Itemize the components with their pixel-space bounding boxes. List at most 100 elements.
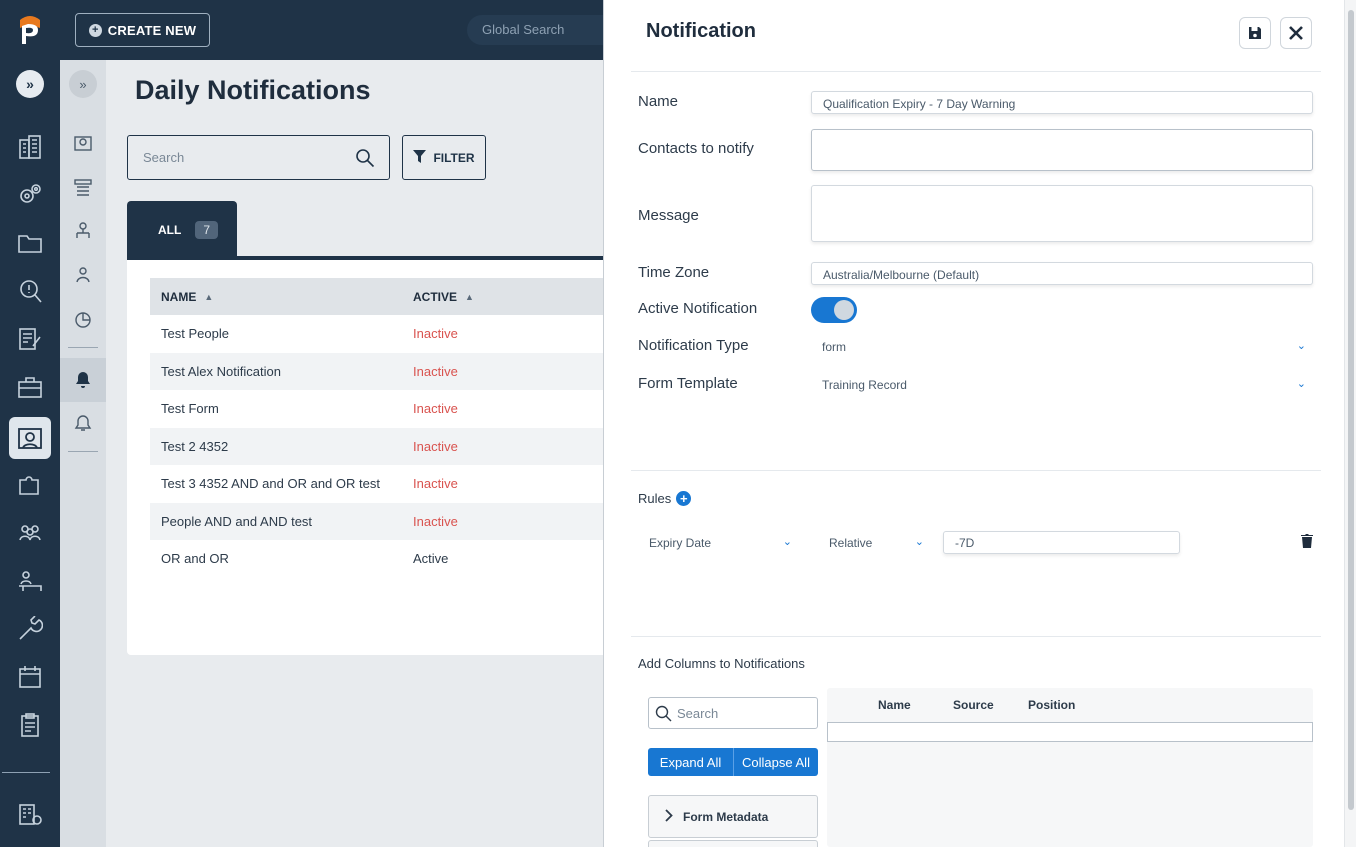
- close-button[interactable]: [1280, 17, 1312, 49]
- sort-icon[interactable]: ▲: [204, 292, 213, 302]
- clipboard-icon[interactable]: [13, 708, 47, 742]
- collapse-all-button[interactable]: Collapse All: [733, 748, 818, 776]
- subnav-divider: [68, 347, 98, 348]
- filter-icon: [413, 149, 427, 166]
- tab-all[interactable]: ALL 7: [127, 201, 237, 259]
- buildings-icon[interactable]: [13, 130, 47, 164]
- save-button[interactable]: [1239, 17, 1271, 49]
- sub-people-icon[interactable]: [68, 128, 98, 158]
- notification-type-select[interactable]: form ⌄: [811, 334, 1313, 360]
- timezone-input[interactable]: Australia/Melbourne (Default): [811, 262, 1313, 285]
- sub-org-chart-icon[interactable]: [68, 172, 98, 202]
- message-label: Message: [638, 207, 699, 224]
- message-textarea[interactable]: [811, 185, 1313, 242]
- panel-title: Notification: [646, 20, 756, 42]
- sort-icon[interactable]: ▲: [465, 292, 474, 302]
- worker-desk-icon[interactable]: [13, 564, 47, 598]
- rules-header: Rules +: [638, 491, 692, 506]
- expand-all-button[interactable]: Expand All: [648, 748, 733, 776]
- table-row[interactable]: OR and OR Active: [150, 540, 627, 578]
- puzzle-icon[interactable]: [13, 468, 47, 502]
- column-header-active[interactable]: ACTIVE ▲: [413, 290, 474, 304]
- chevron-down-icon[interactable]: ⌄: [915, 535, 924, 548]
- document-edit-icon[interactable]: [13, 322, 47, 356]
- app-logo[interactable]: [16, 14, 44, 46]
- sub-chart-icon[interactable]: [68, 305, 98, 335]
- active-notification-toggle[interactable]: [811, 297, 857, 323]
- chevron-down-icon[interactable]: ⌄: [783, 535, 792, 548]
- table-row[interactable]: Test People Inactive: [150, 315, 627, 353]
- row-name: Test 3 4352 AND and OR and OR test: [161, 476, 380, 491]
- people-group-icon[interactable]: [13, 516, 47, 550]
- table-row[interactable]: Test Form Inactive: [150, 390, 627, 428]
- notification-type-value: form: [822, 340, 846, 354]
- columns-header-source: Source: [953, 698, 994, 712]
- list-search-placeholder: Search: [143, 150, 185, 165]
- briefcase-icon[interactable]: [13, 370, 47, 404]
- table-row[interactable]: Test 2 4352 Inactive: [150, 427, 627, 465]
- row-status: Inactive: [413, 401, 458, 416]
- filter-button[interactable]: FILTER: [402, 135, 486, 180]
- table-row[interactable]: Test Alex Notification Inactive: [150, 352, 627, 390]
- rule-value-input[interactable]: -7D: [943, 531, 1180, 554]
- divider: [631, 71, 1321, 72]
- columns-header-name: Name: [878, 698, 911, 712]
- sub-hierarchy-icon[interactable]: [68, 216, 98, 246]
- add-rule-icon[interactable]: +: [676, 491, 692, 506]
- rail-divider: [2, 772, 50, 773]
- notification-type-label: Notification Type: [638, 337, 749, 354]
- filter-label: FILTER: [433, 150, 475, 165]
- row-name: People AND and AND test: [161, 513, 313, 529]
- contacts-label: Contacts to notify: [638, 140, 754, 157]
- primary-nav-rail: »: [0, 60, 60, 847]
- list-search-input[interactable]: Search: [127, 135, 390, 180]
- chevron-down-icon[interactable]: ⌄: [1297, 339, 1306, 352]
- form-template-label: Form Template: [638, 375, 738, 392]
- columns-search-input[interactable]: Search: [648, 697, 818, 729]
- search-icon[interactable]: [355, 148, 375, 171]
- gears-icon[interactable]: [13, 178, 47, 212]
- panel-scrollbar[interactable]: [1344, 0, 1356, 847]
- add-columns-label: Add Columns to Notifications: [638, 656, 805, 671]
- save-icon: [1249, 27, 1261, 39]
- organisation-settings-icon[interactable]: [13, 797, 47, 831]
- scrollbar-thumb[interactable]: [1348, 10, 1354, 810]
- notifications-table: NAME ▲ ACTIVE ▲ Test People Inactive Tes…: [127, 256, 627, 655]
- close-icon: [1289, 26, 1303, 40]
- worker-notifications-icon[interactable]: [9, 417, 51, 459]
- name-input[interactable]: Qualification Expiry - 7 Day Warning: [811, 91, 1313, 114]
- column-header-name-label: NAME: [161, 290, 197, 304]
- create-new-button[interactable]: + CREATE NEW: [75, 13, 210, 47]
- table-header: NAME ▲ ACTIVE ▲: [150, 278, 627, 315]
- selected-columns-table: Name Source Position: [827, 688, 1313, 847]
- rule-mode-value: Relative: [829, 536, 873, 550]
- collapse-subnav-icon[interactable]: »: [69, 70, 97, 98]
- rule-field-select[interactable]: Expiry Date ⌄: [638, 531, 798, 555]
- expand-nav-icon[interactable]: »: [16, 70, 44, 98]
- table-row[interactable]: People AND and AND test Inactive: [150, 502, 627, 540]
- rule-mode-select[interactable]: Relative ⌄: [818, 531, 930, 555]
- row-status: Inactive: [413, 326, 458, 341]
- wrench-icon[interactable]: [13, 612, 47, 646]
- tab-all-label: ALL: [158, 223, 182, 237]
- row-name: Test 2 4352: [161, 438, 229, 454]
- contacts-input[interactable]: [811, 129, 1313, 171]
- column-header-name[interactable]: NAME ▲: [161, 290, 213, 304]
- form-template-select[interactable]: Training Record ⌄: [811, 372, 1313, 398]
- sub-notification-bell-icon[interactable]: [60, 358, 106, 402]
- tree-item-form-metadata[interactable]: Form Metadata: [648, 795, 818, 838]
- row-name: Test Form: [161, 401, 219, 416]
- delete-rule-icon[interactable]: [1301, 534, 1313, 553]
- secondary-nav-rail: »: [60, 60, 106, 847]
- calendar-icon[interactable]: [13, 660, 47, 694]
- name-label: Name: [638, 93, 679, 110]
- subnav-divider: [68, 451, 98, 452]
- folder-icon[interactable]: [13, 226, 47, 260]
- table-row[interactable]: Test 3 4352 AND and OR and OR test Inact…: [150, 465, 627, 503]
- rule-field-value: Expiry Date: [649, 536, 712, 550]
- hazard-search-icon[interactable]: [13, 274, 47, 308]
- chevron-down-icon[interactable]: ⌄: [1297, 377, 1306, 390]
- sub-person-icon[interactable]: [68, 260, 98, 290]
- sub-bell-outline-icon[interactable]: [68, 409, 98, 439]
- tree-item[interactable]: [648, 840, 818, 847]
